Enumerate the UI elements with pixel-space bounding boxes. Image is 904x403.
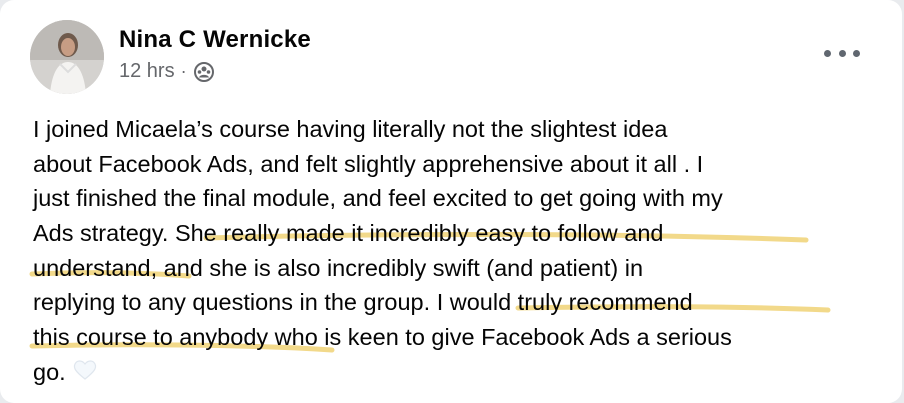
text-fragment: replying to any questions in the group. <box>33 289 431 316</box>
text-fragment: just finished the final module, and feel… <box>33 185 723 212</box>
post-line: this course to anybody who is keen to gi… <box>33 320 883 355</box>
menu-dot <box>824 49 831 57</box>
highlighted-text: understand, <box>33 254 158 281</box>
post-line: understand, and she is also incredibly s… <box>33 251 883 286</box>
author-name[interactable]: Nina C Wernicke <box>119 26 311 54</box>
post-line: I joined Micaela’s course having literal… <box>33 112 883 147</box>
text-fragment: and she is also incredibly swift (and pa… <box>163 254 644 281</box>
heart-icon <box>72 356 98 391</box>
text-fragment: go. <box>33 358 66 385</box>
more-options-icon[interactable] <box>824 42 860 64</box>
highlighted-text: She really made it incredibly easy to fo… <box>174 220 664 247</box>
text-fragment: Ads strategy. <box>33 220 169 247</box>
post-body: I joined Micaela’s course having literal… <box>33 112 883 390</box>
post-line: replying to any questions in the group. … <box>33 285 883 320</box>
post-line: just finished the final module, and feel… <box>33 181 883 216</box>
highlighted-text: this course to anybody <box>33 324 269 351</box>
post-time[interactable]: 12 hrs <box>119 60 175 83</box>
post-line: about Facebook Ads, and felt slightly ap… <box>33 147 883 182</box>
post-line: go. <box>33 355 883 390</box>
text-fragment: who is keen to give Facebook Ads a serio… <box>274 324 732 351</box>
post-meta: 12 hrs · <box>119 60 215 83</box>
text-fragment: I joined Micaela’s course having literal… <box>33 116 668 142</box>
group-icon <box>193 61 215 83</box>
meta-separator: · <box>180 61 187 81</box>
post-line: Ads strategy. She really made it incredi… <box>33 216 883 251</box>
avatar-image <box>30 20 104 94</box>
avatar[interactable] <box>30 20 104 94</box>
highlighted-text: I would truly recommend <box>436 289 693 316</box>
menu-dot <box>853 49 860 57</box>
menu-dot <box>838 49 846 57</box>
text-fragment: about Facebook Ads, and felt slightly ap… <box>33 150 704 177</box>
post-card: Nina C Wernicke 12 hrs · I joined Micael… <box>0 0 902 403</box>
